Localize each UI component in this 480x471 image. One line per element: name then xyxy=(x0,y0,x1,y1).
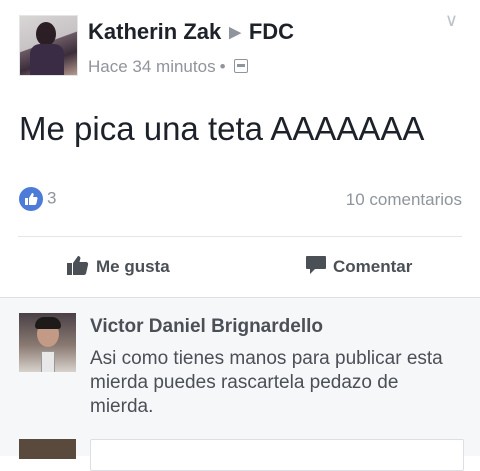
post-header: Katherin Zak ▶ FDC xyxy=(88,19,294,45)
comment-input[interactable] xyxy=(90,439,464,471)
post-card: Katherin Zak ▶ FDC ∨ Hace 34 minutos • Me p… xyxy=(0,0,480,297)
divider xyxy=(18,236,462,237)
commenter-name[interactable]: Victor Daniel Brignardello xyxy=(90,316,323,338)
arrow-right-icon: ▶ xyxy=(229,24,241,41)
commenter-avatar[interactable] xyxy=(19,313,76,372)
current-user-avatar xyxy=(19,439,76,459)
comments-count[interactable]: 10 comentarios xyxy=(346,190,462,210)
author-name[interactable]: Katherin Zak xyxy=(88,19,221,44)
comment-text: Asi como tienes manos para publicar esta… xyxy=(90,348,443,417)
comment-label: Comentar xyxy=(333,257,413,276)
like-badge-icon xyxy=(19,187,43,211)
comment-icon xyxy=(306,256,326,274)
group-name[interactable]: FDC xyxy=(249,19,294,44)
post-text: Me pica una teta AAAAAAA xyxy=(19,110,425,147)
thumbs-up-icon xyxy=(67,256,89,275)
like-button[interactable]: Me gusta xyxy=(66,255,170,277)
post-meta: Hace 34 minutos • xyxy=(88,57,248,77)
post-time[interactable]: Hace 34 minutos xyxy=(88,57,216,76)
like-label: Me gusta xyxy=(96,257,170,276)
chevron-down-icon[interactable]: ∨ xyxy=(445,10,458,31)
author-avatar[interactable] xyxy=(19,15,78,76)
reaction-count: 3 xyxy=(47,188,57,208)
reaction-summary[interactable]: 3 xyxy=(19,187,56,211)
comment-button[interactable]: Comentar xyxy=(305,255,412,277)
audience-icon xyxy=(233,59,248,73)
comments-section: Victor Daniel Brignardello Asi como tien… xyxy=(0,297,480,471)
